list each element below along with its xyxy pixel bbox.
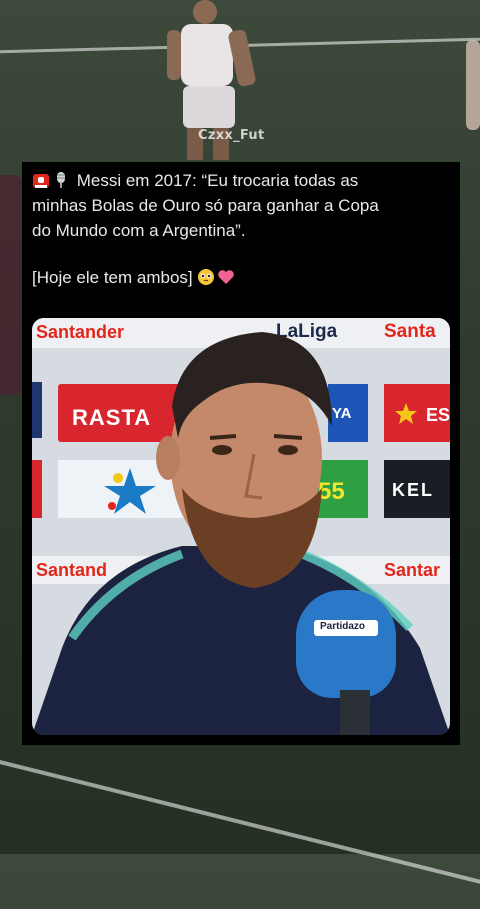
background-player-left [0, 175, 22, 395]
microphone-icon [57, 172, 65, 188]
watermark: Czxx_Fut [198, 128, 265, 143]
pleading-face-icon [198, 269, 215, 285]
tweet-card: Messi em 2017: “Eu trocaria todas as min… [22, 162, 460, 745]
rotating-light-icon [33, 174, 49, 188]
mic-label: Partidazo [320, 621, 366, 632]
pink-heart-icon [218, 270, 235, 284]
tweet-text: Messi em 2017: “Eu trocaria todas as min… [32, 168, 450, 290]
background-player-right [466, 40, 480, 130]
tweet-media-image[interactable]: Santander LaLiga Santa RASTA YA ES 55 KE… [32, 318, 450, 735]
tweet-line-2: minhas Bolas de Ouro só para ganhar a Co… [32, 196, 379, 215]
tweet-line-3: do Mundo com a Argentina”. [32, 221, 246, 240]
tweet-line-4: [Hoje ele tem ambos] [32, 268, 193, 287]
pitch-line-bottom [0, 760, 480, 909]
microphone: Partidazo [296, 590, 400, 735]
tweet-line-1: Messi em 2017: “Eu trocaria todas as [76, 171, 359, 190]
